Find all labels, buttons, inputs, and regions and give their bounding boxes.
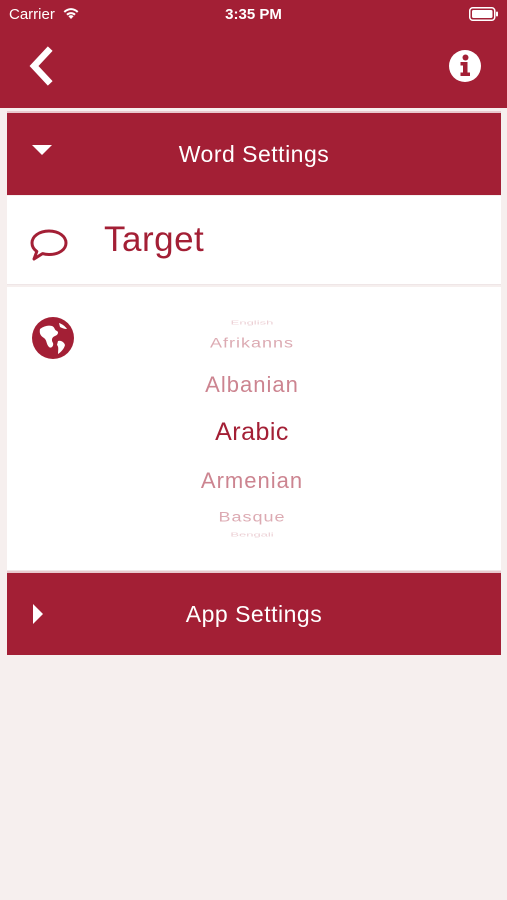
word-settings-header[interactable]: Word Settings	[7, 111, 501, 195]
battery-icon	[469, 7, 499, 25]
language-picker[interactable]: English Afrikanns Albanian Arabic Armeni…	[107, 317, 397, 542]
status-time: 3:35 PM	[225, 6, 282, 23]
language-option[interactable]: Bengali	[107, 531, 397, 538]
speech-bubble-icon	[29, 228, 69, 267]
language-option[interactable]: Albanian	[107, 372, 397, 398]
target-row[interactable]: Target	[7, 196, 501, 285]
chevron-left-icon	[29, 46, 53, 86]
back-button[interactable]	[26, 46, 56, 86]
word-settings-title: Word Settings	[178, 141, 330, 167]
app-settings-title: App Settings	[185, 601, 323, 627]
info-button[interactable]	[447, 48, 483, 84]
language-option[interactable]: Basque	[107, 510, 397, 526]
navigation-bar: Carrier 3:35 PM	[0, 0, 507, 108]
language-option[interactable]: Armenian	[107, 468, 397, 494]
language-option[interactable]: English	[107, 319, 397, 326]
app-settings-header[interactable]: App Settings	[7, 571, 501, 655]
language-option-selected[interactable]: Arabic	[107, 418, 397, 447]
language-option[interactable]: Afrikanns	[107, 336, 397, 352]
language-row: English Afrikanns Albanian Arabic Armeni…	[7, 287, 501, 571]
target-label: Target	[104, 220, 205, 259]
status-bar: Carrier 3:35 PM	[0, 0, 507, 28]
info-circle-icon	[449, 50, 481, 82]
globe-icon	[31, 316, 75, 365]
